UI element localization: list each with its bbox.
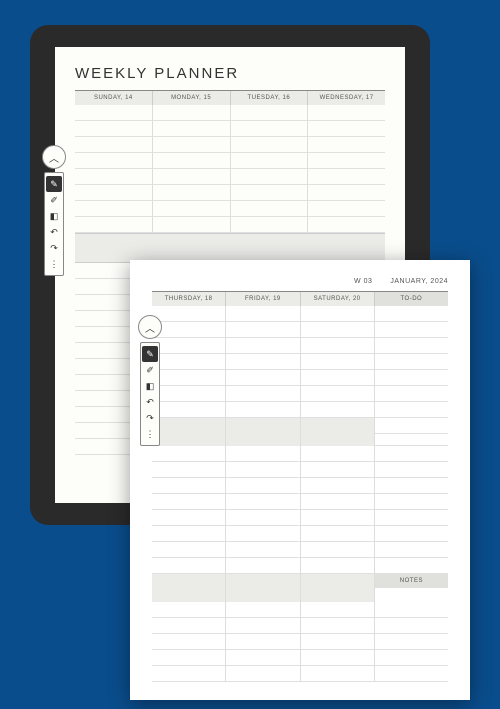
upper-lines: [75, 105, 385, 233]
more-tools-icon[interactable]: ⋮: [142, 426, 158, 442]
pen-tool-icon[interactable]: ✎: [46, 176, 62, 192]
lower-lines-2: [152, 602, 448, 682]
collapse-toolbar-button[interactable]: ︿: [42, 145, 66, 169]
tablet-toolbar: ︿ ✎ ✐ ◧ ↶ ↷ ⋮: [42, 145, 66, 276]
day-header-sun: SUNDAY, 14: [75, 91, 153, 105]
marker-tool-icon[interactable]: ✐: [46, 192, 62, 208]
undo-icon[interactable]: ↶: [46, 224, 62, 240]
day-header-tue: TUESDAY, 16: [231, 91, 309, 105]
pen-tool-icon[interactable]: ✎: [142, 346, 158, 362]
day-header-mon: MONDAY, 15: [153, 91, 231, 105]
day-headers-row-2: THURSDAY, 18 FRIDAY, 19 SATURDAY, 20 TO-…: [152, 291, 448, 306]
marker-tool-icon[interactable]: ✐: [142, 362, 158, 378]
eraser-tool-icon[interactable]: ◧: [142, 378, 158, 394]
day-header-sat: SATURDAY, 20: [301, 292, 375, 306]
collapse-toolbar-button[interactable]: ︿: [138, 315, 162, 339]
day-header-wed: WEDNESDAY, 17: [308, 91, 385, 105]
page-title: WEEKLY PLANNER: [75, 65, 385, 82]
page2-toolbar: ︿ ✎ ✐ ◧ ↶ ↷ ⋮: [138, 315, 162, 446]
notes-header: NOTES: [375, 574, 448, 588]
tool-palette: ✎ ✐ ◧ ↶ ↷ ⋮: [140, 342, 160, 446]
todo-header: TO-DO: [375, 292, 448, 306]
eraser-tool-icon[interactable]: ◧: [46, 208, 62, 224]
month-year: JANUARY, 2024: [390, 278, 448, 285]
week-number: W 03: [354, 278, 372, 285]
mid-lines-2: [152, 446, 448, 574]
day-headers-row: SUNDAY, 14 MONDAY, 15 TUESDAY, 16 WEDNES…: [75, 90, 385, 105]
day-header-fri: FRIDAY, 19: [226, 292, 300, 306]
undo-icon[interactable]: ↶: [142, 394, 158, 410]
upper-lines-2: [152, 306, 448, 418]
planner-page-right: W 03 JANUARY, 2024 THURSDAY, 18 FRIDAY, …: [130, 260, 470, 700]
redo-icon[interactable]: ↷: [46, 240, 62, 256]
redo-icon[interactable]: ↷: [142, 410, 158, 426]
lower-gray-row: NOTES: [152, 574, 448, 602]
gray-divider-block: [75, 233, 385, 263]
more-tools-icon[interactable]: ⋮: [46, 256, 62, 272]
mid-gray-row: [152, 418, 448, 446]
day-header-thu: THURSDAY, 18: [152, 292, 226, 306]
page-meta-header: W 03 JANUARY, 2024: [152, 278, 448, 285]
tool-palette: ✎ ✐ ◧ ↶ ↷ ⋮: [44, 172, 64, 276]
